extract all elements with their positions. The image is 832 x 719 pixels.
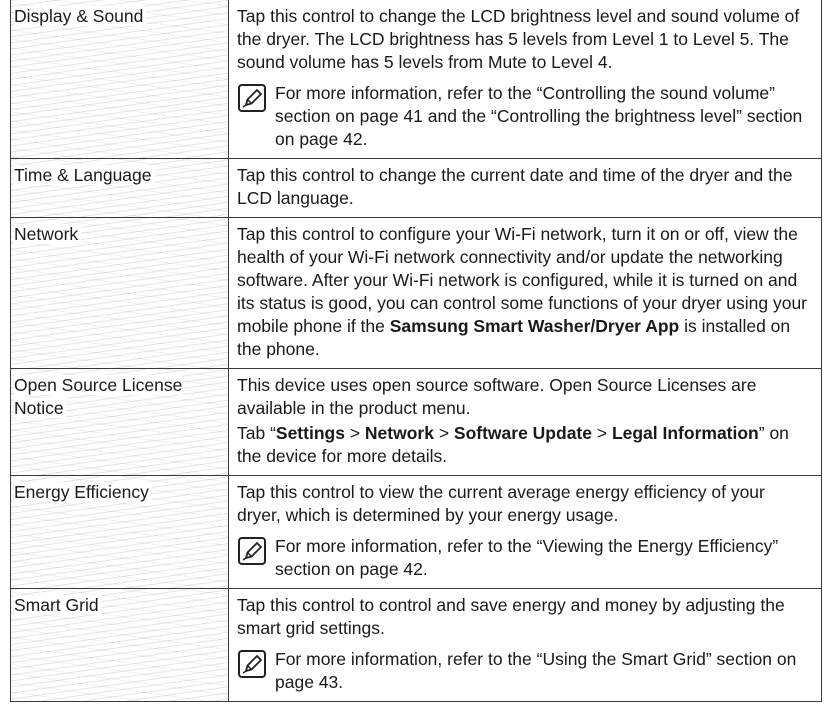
note-link-text: Viewing the Energy Efficiency [542,536,773,556]
note-pencil-icon [238,84,266,112]
row-description-cell: This device uses open source software. O… [228,368,822,476]
note-link-text: Using the Smart Grid [542,649,706,669]
note-text-part: For more information, refer to the “ [275,536,543,556]
note-link-text: Controlling the sound volume [542,83,770,103]
menu-path-separator: > [433,423,454,443]
row-label-cell: Time & Language [10,158,229,218]
row-description-cell: Tap this control to configure your Wi-Fi… [228,217,822,369]
instruction-part: Tab “ [237,423,276,443]
row-description: Tap this control to configure your Wi-Fi… [237,223,813,361]
menu-path-item: Settings [275,423,345,443]
row-label: Open Source License Notice [14,375,183,418]
row-description-cell: Tap this control to view the current ave… [228,475,822,589]
row-label: Smart Grid [14,595,102,615]
table-row: Smart Grid Tap this control to control a… [10,588,822,702]
note-text: For more information, refer to the “View… [275,535,813,581]
note-text: For more information, refer to the “Usin… [275,648,813,694]
table-row: Energy Efficiency Tap this control to vi… [10,475,822,589]
note-link-text: Controlling the brightness level [496,106,737,126]
row-label: Display & Sound [14,6,147,26]
note: For more information, refer to the “View… [237,535,813,581]
menu-path-separator: > [344,423,365,443]
row-label-cell: Network [10,217,229,369]
settings-table: Display & Sound Tap this control to chan… [10,0,822,702]
menu-path-instruction: Tab “Settings > Network > Software Updat… [237,422,813,468]
table-row: Display & Sound Tap this control to chan… [10,0,822,159]
note: For more information, refer to the “Cont… [237,82,813,151]
row-description-cell: Tap this control to change the current d… [228,158,822,218]
note-text-part: For more information, refer to the “ [275,83,543,103]
row-description: Tap this control to change the LCD brigh… [237,6,800,72]
row-description: Tap this control to control and save ene… [237,595,785,638]
menu-path-item: Software Update [453,423,592,443]
note: For more information, refer to the “Usin… [237,648,813,694]
note-text: For more information, refer to the “Cont… [275,82,813,151]
menu-path-item: Network [364,423,434,443]
row-description: This device uses open source software. O… [237,375,757,418]
note-pencil-icon [238,650,266,678]
row-label-cell: Smart Grid [10,588,229,702]
row-label-cell: Open Source License Notice [10,368,229,476]
row-label-cell: Display & Sound [10,0,229,159]
row-label: Network [14,224,82,244]
app-name: Samsung Smart Washer/Dryer App [389,316,680,336]
row-description: Tap this control to view the current ave… [237,482,765,525]
note-text-part: For more information, refer to the “ [275,649,543,669]
row-description: Tap this control to change the current d… [237,165,793,208]
table-row: Network Tap this control to configure yo… [10,217,822,369]
table-row: Open Source License Notice This device u… [10,368,822,476]
row-label-cell: Energy Efficiency [10,475,229,589]
row-label: Time & Language [14,165,155,185]
note-pencil-icon [238,537,266,565]
menu-path-item: Legal Information [611,423,759,443]
row-label: Energy Efficiency [14,482,152,502]
row-description-cell: Tap this control to change the LCD brigh… [228,0,822,159]
table-row: Time & Language Tap this control to chan… [10,158,822,218]
row-description-cell: Tap this control to control and save ene… [228,588,822,702]
menu-path-separator: > [591,423,612,443]
manual-page: Display & Sound Tap this control to chan… [0,0,832,719]
